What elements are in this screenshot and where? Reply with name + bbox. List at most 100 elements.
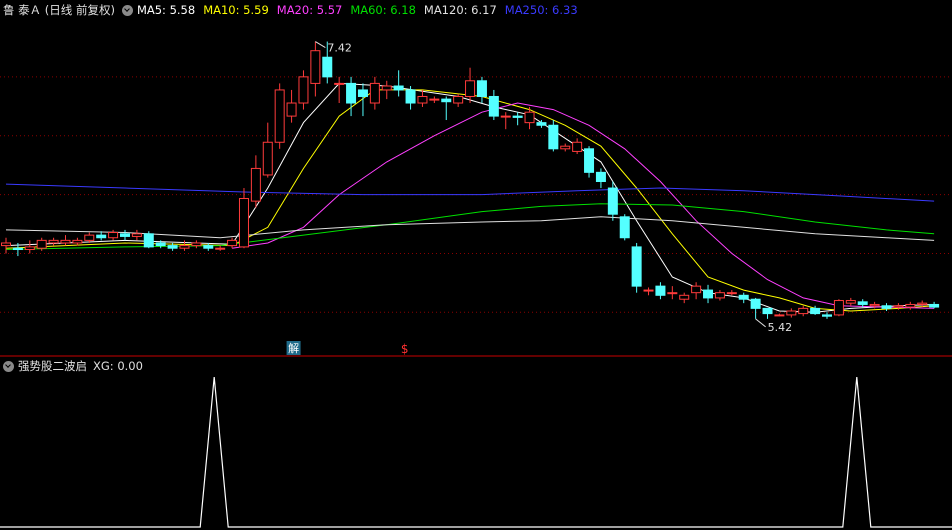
candle-body [72, 239, 83, 244]
indicator-chevron-icon[interactable] [3, 360, 14, 372]
candle-body [595, 171, 606, 182]
candle [393, 70, 404, 97]
low-label: 5.42 [768, 321, 793, 334]
candle [298, 70, 309, 110]
candle-body [833, 300, 844, 316]
candlestick-chart[interactable]: 7.42 5.42 解 $ [0, 0, 952, 530]
candle [108, 229, 119, 241]
candle-body [786, 310, 797, 316]
candle [833, 299, 844, 317]
candle [131, 229, 142, 241]
candle-body [619, 216, 630, 239]
candle-body [405, 89, 416, 104]
candle-body [893, 305, 904, 308]
candle-body [465, 80, 476, 97]
xg-signal-line [0, 376, 952, 528]
candle [286, 89, 297, 123]
candle [595, 168, 606, 189]
indicator-value: XG: 0.00 [93, 359, 143, 373]
marker-s: $ [401, 342, 409, 356]
candle [762, 307, 773, 319]
candle [822, 312, 833, 319]
candle-body [334, 82, 345, 85]
candle-body [1, 242, 11, 247]
candle-body [905, 303, 916, 308]
candle-body [441, 98, 452, 103]
candle [631, 242, 642, 293]
candle-body [191, 242, 202, 247]
candle [738, 292, 749, 304]
candle [512, 112, 523, 126]
candle-body [655, 285, 666, 296]
candle [48, 237, 59, 246]
candle [488, 89, 499, 121]
candle-body [726, 292, 737, 295]
candle-body [36, 239, 47, 249]
candle-body [524, 111, 535, 124]
candle [274, 83, 285, 149]
candle [584, 146, 595, 178]
candle [548, 120, 559, 152]
candle-body [762, 307, 773, 315]
candle-body [869, 303, 880, 307]
candle [726, 290, 737, 296]
candle-body [322, 56, 333, 78]
candle [691, 282, 702, 300]
candle-body [262, 141, 273, 176]
candle [905, 301, 916, 310]
candle-body [714, 292, 725, 299]
candle [1, 237, 11, 254]
candle [310, 41, 321, 97]
indicator-title: 强势股二波启 [18, 359, 87, 373]
candle [215, 245, 226, 251]
candle-body [155, 242, 166, 247]
candle [429, 96, 440, 104]
marker-jie: 解 [288, 341, 299, 355]
candle [679, 292, 690, 304]
candle [560, 143, 571, 152]
candle-body [346, 82, 357, 104]
candle [500, 112, 511, 130]
candle [417, 89, 428, 107]
candle-body [691, 285, 702, 294]
candle-body [667, 292, 678, 295]
candle-body [179, 245, 190, 249]
candle-body [810, 307, 821, 315]
candle-body [536, 122, 547, 126]
candle-body [500, 115, 511, 118]
candle [476, 76, 487, 104]
candle-body [560, 145, 571, 150]
candle-body [393, 85, 404, 91]
candle-body [298, 76, 309, 104]
candle-body [108, 232, 119, 239]
ma-line-ma10 [5, 89, 935, 312]
candle-body [119, 233, 130, 237]
low-pointer [755, 318, 766, 328]
candle-body [822, 314, 833, 317]
candle [703, 284, 714, 304]
candle [262, 122, 273, 178]
candle [798, 305, 809, 317]
candle-body [488, 95, 499, 117]
candle-body [643, 289, 654, 292]
candle-body [274, 89, 285, 143]
candle-body [357, 89, 368, 97]
candle [405, 86, 416, 110]
candle-body [60, 239, 71, 244]
high-label: 7.42 [327, 42, 352, 55]
candle-body [143, 233, 154, 248]
candle-body [24, 246, 35, 251]
candle [750, 297, 761, 319]
candle-body [750, 298, 761, 309]
candle [714, 290, 725, 301]
candle [250, 155, 261, 208]
candle-body [238, 198, 249, 248]
candle-body [429, 98, 440, 101]
candle-body [167, 245, 178, 249]
candle [786, 308, 797, 318]
candle-body [381, 85, 392, 91]
candle-body [857, 301, 868, 305]
candle [119, 229, 130, 241]
candle [845, 297, 856, 306]
candle-body [607, 187, 618, 215]
